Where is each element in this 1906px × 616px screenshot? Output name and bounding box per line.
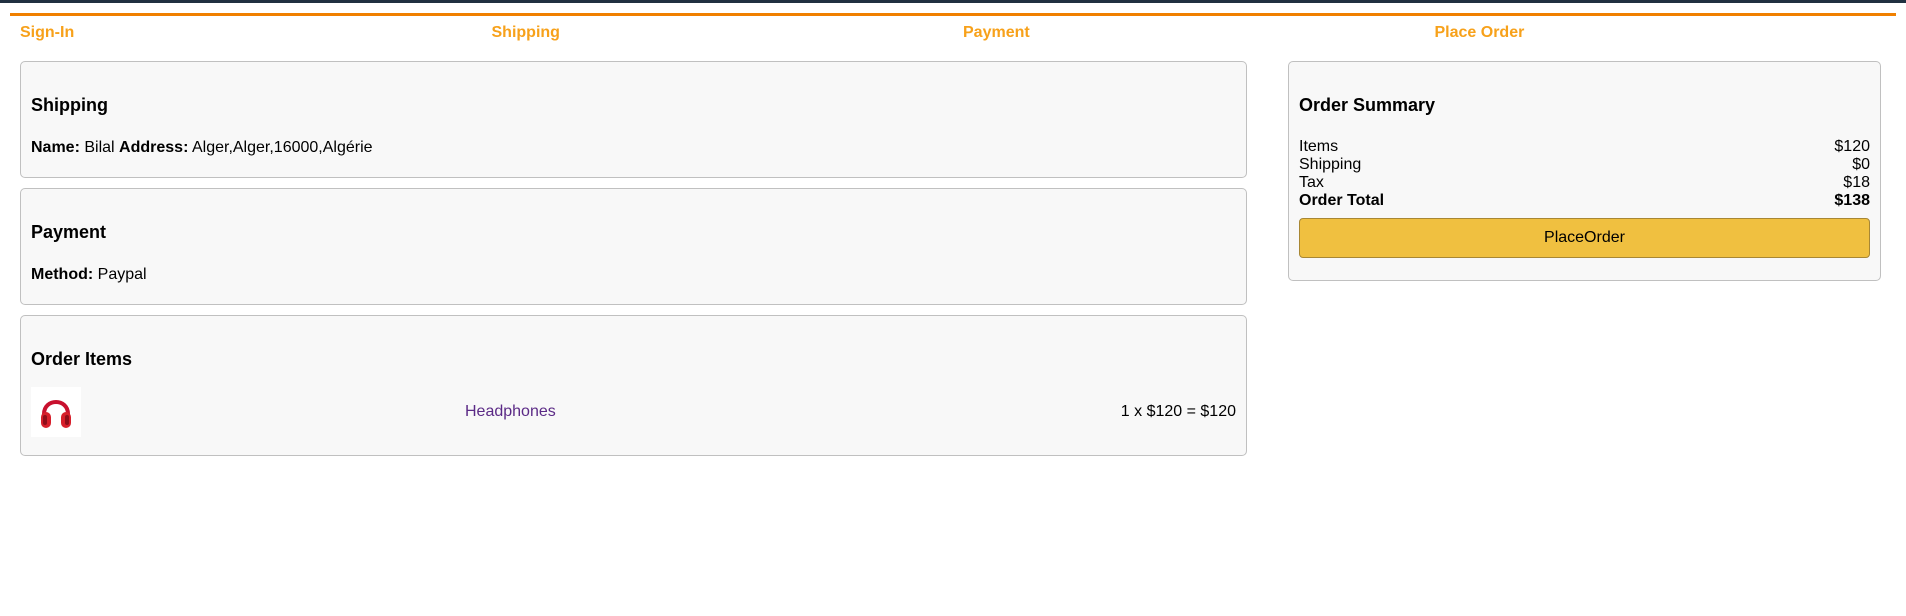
method-label: Method: — [31, 266, 94, 283]
place-order-button[interactable]: PlaceOrder — [1299, 218, 1870, 258]
address-value: Alger,Alger,16000,Algérie — [191, 139, 373, 156]
summary-items-row: Items $120 — [1299, 138, 1870, 156]
summary-shipping-row: Shipping $0 — [1299, 156, 1870, 174]
payment-title: Payment — [31, 222, 107, 242]
step-sign-in: Sign-In — [20, 24, 75, 41]
name-value: Bilal — [84, 139, 115, 156]
step-shipping: Shipping — [491, 24, 560, 41]
checkout-steps: Sign-In Shipping Payment Place Order — [10, 13, 1896, 42]
summary-items-label: Items — [1299, 138, 1339, 155]
summary-tax-row: Tax $18 — [1299, 174, 1870, 192]
summary-tax-value: $18 — [1843, 174, 1870, 191]
step-place-order: Place Order — [1434, 24, 1525, 41]
summary-tax-label: Tax — [1299, 174, 1324, 191]
summary-total-value: $138 — [1834, 192, 1870, 209]
payment-card: Payment Method: Paypal — [20, 188, 1247, 305]
summary-total-row: Order Total $138 — [1299, 192, 1870, 210]
main-content: Shipping Name: Bilal Address: Alger,Alge… — [0, 61, 1906, 466]
order-summary-column: Order Summary Items $120 Shipping $0 Tax… — [1278, 61, 1891, 466]
step-payment: Payment — [963, 24, 1030, 41]
shipping-title: Shipping — [31, 95, 108, 115]
order-details-column: Shipping Name: Bilal Address: Alger,Alge… — [10, 61, 1257, 466]
payment-details: Method: Paypal — [31, 266, 1236, 284]
order-items-title: Order Items — [31, 349, 133, 369]
name-label: Name: — [31, 139, 80, 156]
order-items-card: Order Items Headphones 1 x $120 = $120 — [20, 315, 1247, 456]
summary-items-value: $120 — [1834, 138, 1870, 155]
shipping-details: Name: Bilal Address: Alger,Alger,16000,A… — [31, 139, 1236, 157]
summary-total-label: Order Total — [1299, 192, 1385, 209]
order-summary-card: Order Summary Items $120 Shipping $0 Tax… — [1288, 61, 1881, 281]
address-label: Address: — [119, 139, 189, 156]
method-value: Paypal — [97, 266, 147, 283]
top-header-bar — [0, 0, 1906, 3]
list-item: Headphones 1 x $120 = $120 — [31, 387, 1236, 437]
shipping-card: Shipping Name: Bilal Address: Alger,Alge… — [20, 61, 1247, 178]
summary-shipping-label: Shipping — [1299, 156, 1362, 173]
item-price-line: 1 x $120 = $120 — [1120, 403, 1236, 420]
order-summary-title: Order Summary — [1299, 95, 1436, 115]
headphones-image — [31, 387, 81, 437]
headphones-link[interactable]: Headphones — [465, 403, 556, 421]
summary-shipping-value: $0 — [1852, 156, 1870, 173]
